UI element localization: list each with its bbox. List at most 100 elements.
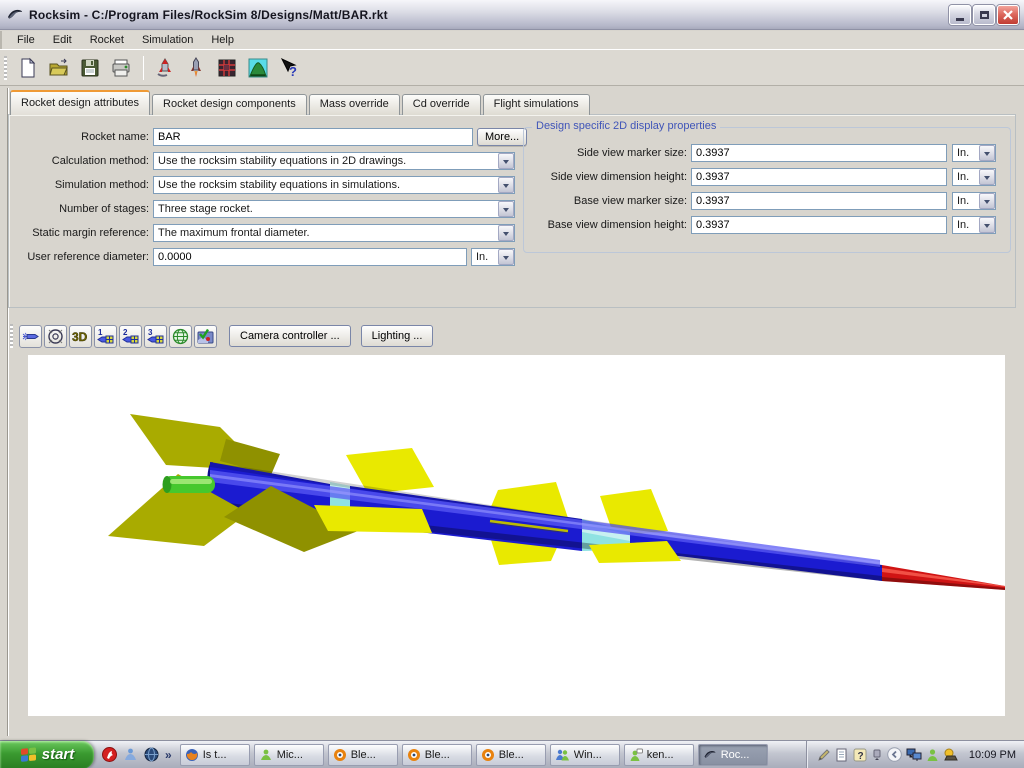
rocket-3d-viewport[interactable] <box>28 355 1005 716</box>
context-help-button[interactable]: ? <box>274 53 304 83</box>
taskbar-clock: 10:09 PM <box>963 749 1016 761</box>
base-view-marker-size-unit-select[interactable]: In. <box>952 192 996 210</box>
stage-2-view-button[interactable]: 2 <box>119 325 142 348</box>
grid-icon <box>216 57 238 79</box>
chevron-down-icon[interactable] <box>979 169 995 185</box>
chevron-down-icon[interactable] <box>498 249 514 265</box>
base-view-dimension-height-label: Base view dimension height: <box>524 216 687 234</box>
buddies-icon <box>555 748 570 762</box>
task-button-blender-1[interactable]: Ble... <box>328 744 398 766</box>
chevron-down-icon[interactable] <box>498 177 514 193</box>
messenger-blue-icon[interactable] <box>123 747 138 762</box>
menu-file[interactable]: File <box>8 32 44 48</box>
quick-launch-overflow-chevron[interactable]: » <box>165 748 172 762</box>
aim-icon[interactable] <box>102 747 117 762</box>
user-reference-diameter-unit-select[interactable]: In. <box>471 248 515 266</box>
save-button[interactable] <box>75 53 105 83</box>
rocket-3d-render <box>28 355 1005 716</box>
viewbar-grip[interactable] <box>10 324 13 348</box>
launch-rocket-icon <box>154 57 176 79</box>
tab-rocket-design-components[interactable]: Rocket design components <box>152 94 307 115</box>
start-label: start <box>42 746 75 763</box>
grid-button[interactable] <box>212 53 242 83</box>
base-view-button[interactable] <box>44 325 67 348</box>
launch-rocket-button[interactable] <box>150 53 180 83</box>
pencil-tray-icon[interactable] <box>817 748 831 762</box>
side-view-marker-size-unit-select[interactable]: In. <box>952 144 996 162</box>
more-button[interactable]: More... <box>477 128 527 146</box>
number-of-stages-select[interactable]: Three stage rocket. <box>153 200 515 218</box>
menu-help[interactable]: Help <box>202 32 243 48</box>
close-button[interactable] <box>997 5 1019 25</box>
calculation-method-select[interactable]: Use the rocksim stability equations in 2… <box>153 152 515 170</box>
flight-plot-button[interactable] <box>243 53 273 83</box>
tab-flight-simulations[interactable]: Flight simulations <box>483 94 590 115</box>
volume-tray-icon[interactable] <box>871 748 883 762</box>
weather-tray-icon[interactable] <box>943 748 959 762</box>
task-button-rocksim[interactable]: Roc... <box>698 744 768 766</box>
maximize-button[interactable] <box>973 5 995 25</box>
minimize-button[interactable] <box>949 5 971 25</box>
notepad-tray-icon[interactable] <box>835 748 849 762</box>
base-view-marker-size-input[interactable] <box>691 192 947 210</box>
minimize-icon <box>956 18 964 21</box>
chevron-down-icon[interactable] <box>979 145 995 161</box>
task-button-win[interactable]: Win... <box>550 744 620 766</box>
user-reference-diameter-input[interactable] <box>153 248 467 266</box>
stage-1-view-button[interactable]: 1 <box>94 325 117 348</box>
svg-text:2: 2 <box>123 328 128 337</box>
number-of-stages-label: Number of stages: <box>9 200 149 218</box>
stage-3-view-button[interactable]: 3 <box>144 325 167 348</box>
task-button-blender-2[interactable]: Ble... <box>402 744 472 766</box>
new-document-button[interactable] <box>13 53 43 83</box>
task-button-ken[interactable]: ken... <box>624 744 694 766</box>
tab-rocket-design-attributes[interactable]: Rocket design attributes <box>10 90 150 115</box>
open-file-button[interactable] <box>44 53 74 83</box>
help-tray-icon[interactable]: ? <box>853 748 867 762</box>
side-view-dimension-height-unit-select[interactable]: In. <box>952 168 996 186</box>
simulation-method-select[interactable]: Use the rocksim stability equations in s… <box>153 176 515 194</box>
buddy-tray-icon[interactable] <box>926 748 939 762</box>
toolbar-grip[interactable] <box>4 56 7 80</box>
network-tray-icon[interactable] <box>906 748 922 762</box>
start-button[interactable]: start <box>0 741 94 768</box>
task-button-firefox[interactable]: Is t... <box>180 744 250 766</box>
rocket-name-label: Rocket name: <box>9 128 149 146</box>
calculation-method-label: Calculation method: <box>9 152 149 170</box>
side-view-dimension-height-input[interactable] <box>691 168 947 186</box>
menu-rocket[interactable]: Rocket <box>81 32 133 48</box>
chevron-down-icon[interactable] <box>979 193 995 209</box>
windows-flag-icon <box>20 746 37 763</box>
chevron-down-icon[interactable] <box>979 217 995 233</box>
camera-controller-button[interactable]: Camera controller ... <box>229 325 351 347</box>
tab-mass-override[interactable]: Mass override <box>309 94 400 115</box>
menu-simulation[interactable]: Simulation <box>133 32 202 48</box>
rocket-pad-button[interactable] <box>181 53 211 83</box>
chevron-down-icon[interactable] <box>498 201 514 217</box>
lighting-button[interactable]: Lighting ... <box>361 325 434 347</box>
chevron-down-icon[interactable] <box>498 153 514 169</box>
collapse-chevron-icon[interactable] <box>887 747 902 762</box>
globe-view-button[interactable] <box>169 325 192 348</box>
task-button-mic[interactable]: Mic... <box>254 744 324 766</box>
side-view-button[interactable] <box>19 325 42 348</box>
base-view-dimension-height-input[interactable] <box>691 216 947 234</box>
render-settings-button[interactable] <box>194 325 217 348</box>
globe-launcher-icon[interactable] <box>144 747 159 762</box>
title-bar[interactable]: Rocksim - C:/Program Files/RockSim 8/Des… <box>0 0 1024 30</box>
side-view-marker-size-input[interactable] <box>691 144 947 162</box>
svg-text:?: ? <box>289 64 297 79</box>
tab-cd-override[interactable]: Cd override <box>402 94 481 115</box>
display-properties-group: Design specific 2D display properties Si… <box>523 127 1011 253</box>
task-button-blender-3[interactable]: Ble... <box>476 744 546 766</box>
3d-view-button[interactable]: 3D <box>69 325 92 348</box>
base-view-dimension-height-unit-select[interactable]: In. <box>952 216 996 234</box>
static-margin-reference-select[interactable]: The maximum frontal diameter. <box>153 224 515 242</box>
menu-edit[interactable]: Edit <box>44 32 81 48</box>
blender-icon <box>481 748 495 762</box>
chevron-down-icon[interactable] <box>498 225 514 241</box>
print-button[interactable] <box>106 53 136 83</box>
rocket-name-input[interactable] <box>153 128 473 146</box>
toolbar-separator <box>143 56 144 80</box>
view-toolbar: 3D 1 2 3 <box>0 318 1024 354</box>
